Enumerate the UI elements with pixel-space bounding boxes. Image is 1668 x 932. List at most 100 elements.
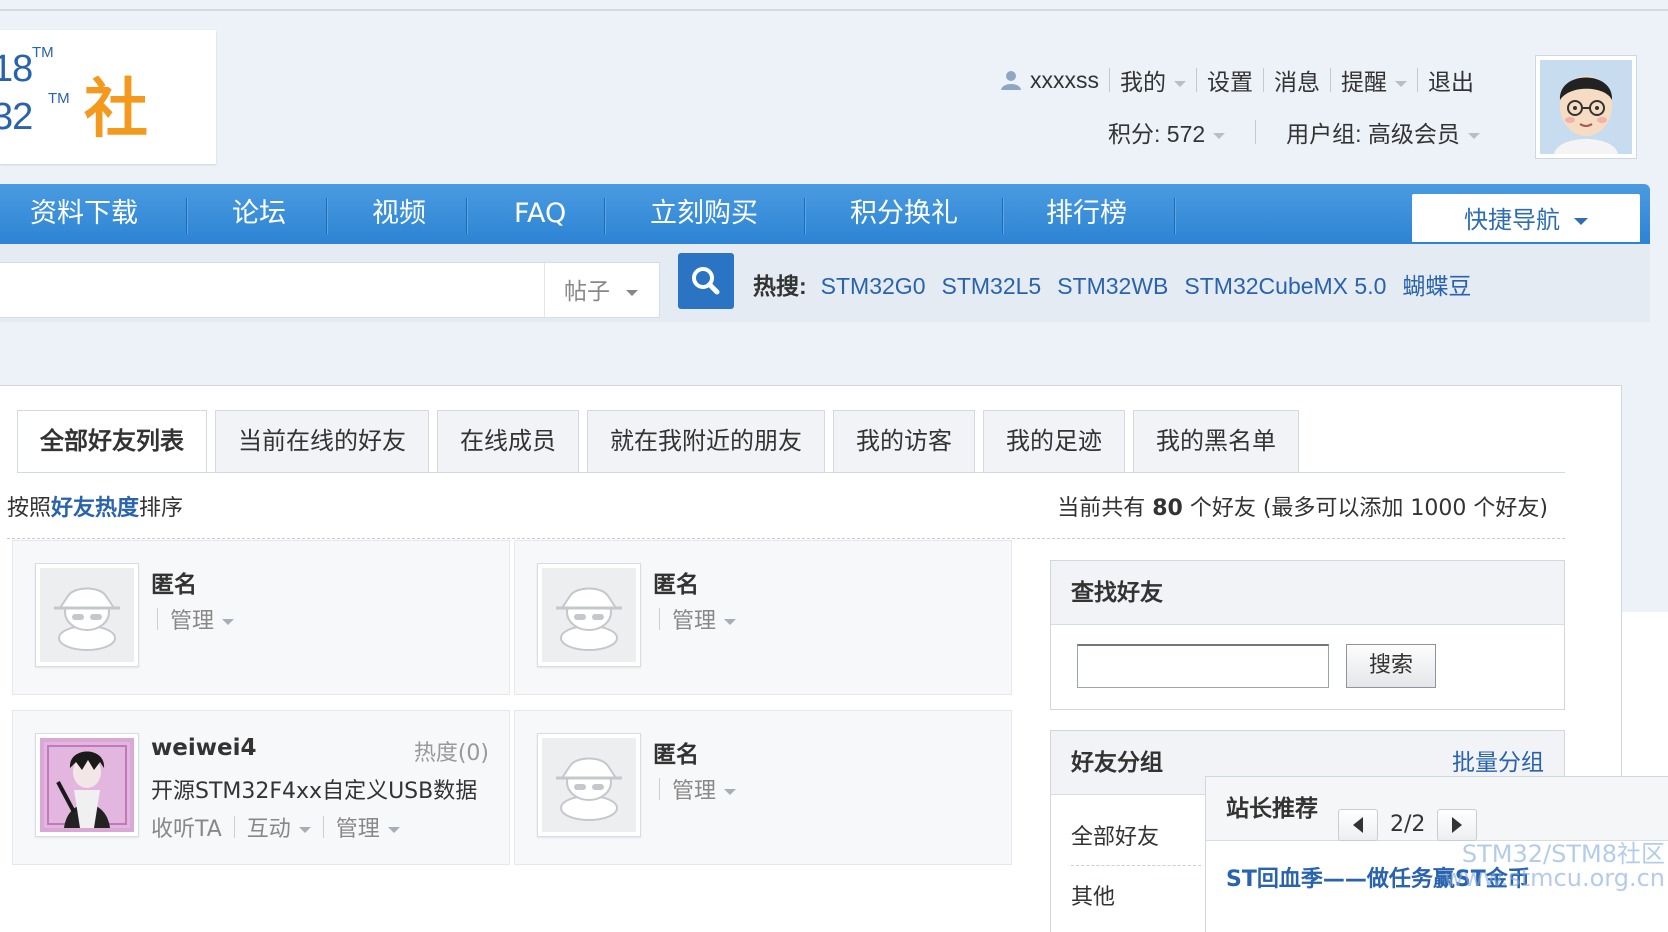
separator: [1109, 68, 1110, 92]
hot-keyword[interactable]: STM32WB: [1057, 262, 1168, 310]
tab-my-footprints[interactable]: 我的足迹: [983, 410, 1125, 472]
manage-menu[interactable]: 管理: [672, 773, 737, 805]
tab-all-friends[interactable]: 全部好友列表: [17, 410, 207, 473]
user-avatar[interactable]: [1535, 55, 1637, 159]
interact-label: 互动: [246, 817, 291, 842]
hot-keyword[interactable]: STM32G0: [821, 262, 926, 310]
hot-keyword[interactable]: 蝴蝶豆: [1402, 262, 1471, 310]
search-input[interactable]: [0, 262, 545, 318]
nav-downloads[interactable]: 资料下载: [30, 184, 138, 244]
messages-link[interactable]: 消息: [1274, 63, 1320, 97]
caret-down-icon: [298, 827, 311, 833]
follow-link[interactable]: 收听TA: [151, 811, 222, 843]
points-menu[interactable]: 积分: 572: [1108, 115, 1226, 149]
site-logo[interactable]: 18 TM 32 TM 社区: [0, 30, 216, 164]
nav-points-gift[interactable]: 积分换礼: [850, 184, 958, 244]
nav-forum[interactable]: 论坛: [232, 184, 286, 244]
find-friend-search-button[interactable]: 搜索: [1346, 644, 1436, 688]
group-item-other[interactable]: 其他: [1071, 879, 1115, 911]
nav-video[interactable]: 视频: [372, 184, 426, 244]
caret-down-icon: [387, 827, 400, 833]
top-divider: [0, 9, 1668, 11]
friend-name[interactable]: 匿名: [653, 735, 699, 769]
manage-menu[interactable]: 管理: [336, 811, 400, 843]
friend-latest-thread[interactable]: 开源STM32F4xx自定义USB数据: [151, 773, 477, 805]
recommend-title: 站长推荐: [1226, 796, 1318, 822]
logo-tm: TM: [32, 44, 54, 61]
main-nav: 资料下载 论坛 视频 FAQ 立刻购买 积分换礼 排行榜: [0, 184, 1650, 244]
friend-avatar[interactable]: [537, 733, 641, 837]
my-menu-label: 我的: [1120, 69, 1166, 95]
friend-avatar[interactable]: [35, 563, 139, 667]
tab-online-friends[interactable]: 当前在线的好友: [215, 410, 429, 472]
friend-card: 匿名 管理: [12, 540, 510, 695]
quick-nav-button[interactable]: 快捷导航: [1412, 194, 1640, 242]
caret-down-icon: [1574, 217, 1588, 225]
interact-menu[interactable]: 互动: [247, 811, 311, 843]
hot-keyword[interactable]: STM32L5: [942, 262, 1042, 310]
separator: [1196, 68, 1197, 92]
nav-separator: [804, 198, 806, 234]
nav-separator: [1174, 198, 1176, 234]
settings-link[interactable]: 设置: [1207, 63, 1253, 97]
sort-by-heat-link[interactable]: 好友热度: [51, 496, 139, 521]
next-page-button[interactable]: [1437, 809, 1478, 841]
site-watermark: STM32/STM8社区 www.stmcu.org.cn: [1395, 842, 1665, 890]
count-number: 80: [1152, 496, 1183, 521]
nav-buy-now[interactable]: 立刻购买: [650, 184, 758, 244]
tabs-divider: [17, 472, 1565, 473]
separator: [1417, 68, 1418, 92]
separator: [659, 778, 660, 800]
separator: [322, 816, 324, 838]
nav-separator: [604, 198, 606, 234]
friend-card: 匿名 管理: [514, 710, 1012, 865]
sort-info: 按照好友热度排序: [7, 490, 183, 522]
prev-page-button[interactable]: [1338, 809, 1378, 841]
cartoon-avatar-icon: [1540, 60, 1632, 154]
friend-name[interactable]: 匿名: [653, 565, 699, 599]
friend-count: 当前共有 80 个好友 (最多可以添加 1000 个好友): [1057, 490, 1548, 522]
friend-name[interactable]: 匿名: [151, 565, 197, 599]
usergroup-menu[interactable]: 用户组: 高级会员: [1286, 115, 1480, 149]
manage-menu[interactable]: 管理: [672, 603, 737, 635]
tab-my-visitors[interactable]: 我的访客: [833, 410, 975, 472]
nav-faq[interactable]: FAQ: [514, 184, 566, 244]
watermark-line1: STM32/STM8社区: [1461, 840, 1665, 868]
reminders-menu[interactable]: 提醒: [1341, 63, 1407, 97]
count-suffix: 个好友 (最多可以添加 1000 个好友): [1189, 496, 1548, 521]
find-friend-input[interactable]: [1077, 644, 1329, 688]
caret-down-icon: [724, 619, 737, 625]
separator: [233, 816, 235, 838]
username-link[interactable]: xxxxss: [1030, 67, 1099, 94]
friend-avatar[interactable]: [35, 733, 139, 837]
sort-suffix: 排序: [139, 496, 184, 521]
logo-text-32: 32: [0, 96, 33, 138]
caret-down-icon: [1395, 80, 1407, 87]
nav-ranking[interactable]: 排行榜: [1046, 184, 1127, 244]
logo-tm: TM: [48, 90, 70, 107]
separator: [1263, 68, 1264, 92]
friend-name[interactable]: weiwei4: [151, 735, 256, 761]
search-button[interactable]: [678, 253, 734, 309]
search-type-select[interactable]: 帖子: [544, 262, 660, 318]
manage-menu[interactable]: 管理: [170, 603, 235, 635]
user-stats-bar: 积分: 572 用户组: 高级会员: [1108, 114, 1480, 150]
tab-blacklist[interactable]: 我的黑名单: [1133, 410, 1299, 472]
tab-nearby-friends[interactable]: 就在我附近的朋友: [587, 410, 825, 472]
group-item-all[interactable]: 全部好友: [1071, 819, 1159, 851]
nav-separator: [326, 198, 328, 234]
nav-separator: [466, 198, 468, 234]
anonymous-user-icon: [556, 757, 622, 821]
nav-separator: [186, 198, 188, 234]
friend-avatar[interactable]: [537, 563, 641, 667]
dashed-divider: [1071, 865, 1201, 866]
logout-link[interactable]: 退出: [1428, 63, 1474, 97]
tab-online-members[interactable]: 在线成员: [437, 410, 579, 472]
friend-actions: 管理: [151, 603, 235, 635]
anime-avatar-icon: [44, 742, 130, 828]
logo-text-18: 18: [0, 48, 33, 90]
my-menu[interactable]: 我的: [1120, 63, 1186, 97]
friend-card: weiwei4 热度(0) 开源STM32F4xx自定义USB数据 收听TA 互…: [12, 710, 510, 865]
hot-keyword[interactable]: STM32CubeMX 5.0: [1184, 262, 1386, 310]
sort-prefix: 按照: [7, 496, 52, 521]
